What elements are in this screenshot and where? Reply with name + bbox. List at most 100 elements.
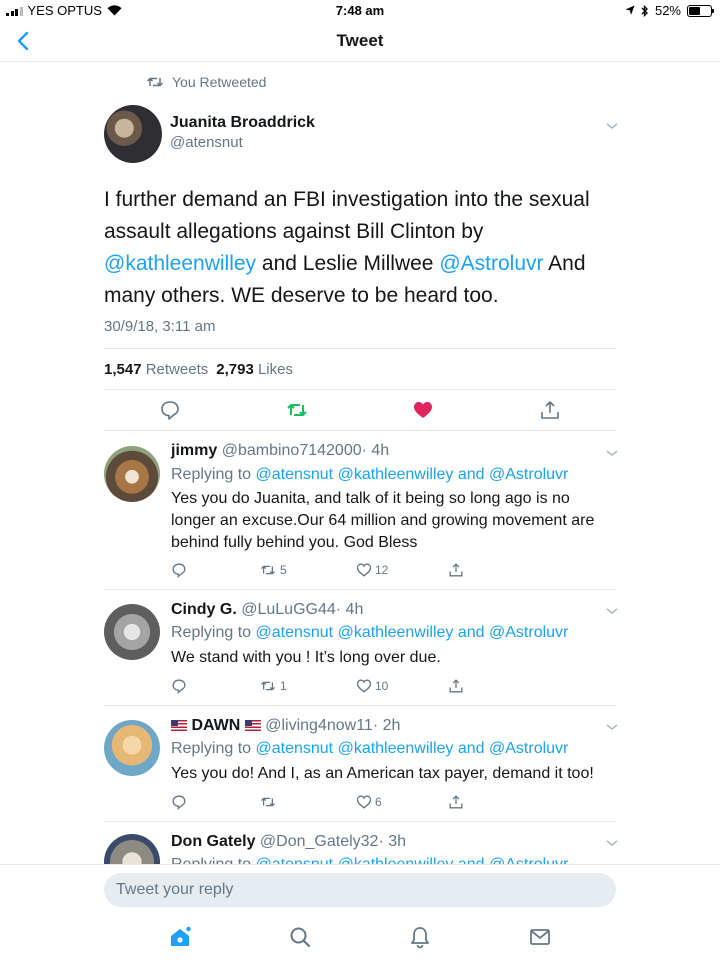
- reply-author-name[interactable]: Cindy G.: [171, 601, 237, 618]
- likes-stat[interactable]: 2,793 Likes: [216, 361, 293, 378]
- replying-to-mentions[interactable]: @atensnut @kathleenwilley and @Astroluvr: [256, 740, 569, 757]
- author-name[interactable]: Juanita Broaddrick: [170, 114, 315, 132]
- reply-author-name[interactable]: jimmy: [171, 442, 217, 459]
- reply-menu-chevron-icon[interactable]: [605, 838, 619, 848]
- likes-label: Likes: [257, 361, 293, 378]
- reply-author-handle[interactable]: @living4now11: [265, 717, 373, 734]
- reply-author-handle[interactable]: @bambino7142000: [222, 442, 362, 459]
- reply-header: DAWN @living4now11· 2h: [171, 717, 400, 735]
- reply-retweet-count: 1: [280, 679, 287, 693]
- reply-retweet-button[interactable]: 5: [259, 562, 287, 578]
- reply-item[interactable]: Cindy G. @LuLuGG44· 4h Replying to @aten…: [0, 592, 720, 704]
- replying-to-label: Replying to: [171, 466, 252, 483]
- reply-author-name[interactable]: Don Gately: [171, 833, 255, 850]
- reply-retweet-button[interactable]: [259, 794, 280, 810]
- reply-share-button[interactable]: [448, 562, 464, 578]
- reply-share-button[interactable]: [448, 794, 464, 810]
- reply-item[interactable]: DAWN @living4now11· 2h Replying to @aten…: [0, 708, 720, 820]
- location-icon: [625, 5, 635, 15]
- divider: [104, 348, 616, 349]
- like-icon: [356, 679, 372, 693]
- replying-to: Replying to @atensnut @kathleenwilley an…: [171, 740, 568, 758]
- replying-to-label: Replying to: [171, 624, 252, 641]
- replying-to: Replying to @atensnut @kathleenwilley an…: [171, 466, 568, 484]
- like-icon: [356, 795, 372, 809]
- reply-age: · 4h: [361, 442, 390, 459]
- reply-retweet-count: 5: [280, 563, 287, 577]
- reply-header: Don Gately @Don_Gately32· 3h: [171, 833, 406, 851]
- retweet-icon: [260, 797, 276, 807]
- retweet-icon: [146, 77, 164, 87]
- reply-like-button[interactable]: 10: [356, 678, 388, 694]
- us-flag-icon: [244, 720, 261, 731]
- reply-avatar[interactable]: [104, 604, 160, 660]
- reply-text: Yes you do! And I, as an American tax pa…: [171, 765, 594, 782]
- reply-reply-button[interactable]: [171, 562, 187, 578]
- replying-to-mentions[interactable]: @atensnut @kathleenwilley and @Astroluvr: [256, 856, 569, 864]
- divider: [104, 705, 616, 706]
- share-icon: [449, 563, 463, 577]
- reply-avatar[interactable]: [104, 446, 160, 502]
- home-icon[interactable]: [168, 925, 192, 949]
- page-title: Tweet: [336, 31, 384, 50]
- reply-text: Yes you do Juanita, and talk of it being…: [171, 490, 595, 551]
- reply-reply-button[interactable]: [171, 678, 187, 694]
- reply-item[interactable]: Don Gately @Don_Gately32· 3h Replying to…: [0, 824, 720, 864]
- share-icon[interactable]: [539, 399, 561, 421]
- reply-author-handle[interactable]: @LuLuGG44: [241, 601, 336, 618]
- reply-menu-chevron-icon[interactable]: [605, 722, 619, 732]
- us-flag-icon: [171, 720, 187, 731]
- reply-menu-chevron-icon[interactable]: [605, 606, 619, 616]
- tweet-menu-chevron-icon[interactable]: [605, 121, 619, 131]
- status-right: 52%: [625, 3, 714, 18]
- reply-retweet-button[interactable]: 1: [259, 678, 287, 694]
- mention-link[interactable]: @kathleenwilley: [104, 252, 256, 275]
- reply-icon[interactable]: [159, 399, 181, 421]
- replying-to: Replying to @atensnut @kathleenwilley an…: [171, 856, 568, 864]
- replying-to-mentions[interactable]: @atensnut @kathleenwilley and @Astroluvr: [256, 466, 569, 483]
- reply-menu-chevron-icon[interactable]: [605, 448, 619, 458]
- reply-like-count: 12: [375, 563, 389, 577]
- mention-link[interactable]: @Astroluvr: [439, 252, 543, 275]
- share-icon: [449, 795, 463, 809]
- tweet-timestamp: 30/9/18, 3:11 am: [104, 318, 216, 335]
- likes-count: 2,793: [216, 361, 254, 378]
- reply-age: · 4h: [335, 601, 364, 618]
- retweet-context: You Retweeted: [146, 74, 266, 90]
- bluetooth-icon: [641, 4, 648, 17]
- divider: [104, 821, 616, 822]
- reply-avatar[interactable]: [104, 834, 160, 864]
- reply-item[interactable]: jimmy @bambino7142000· 4h Replying to @a…: [0, 436, 720, 586]
- reply-share-button[interactable]: [448, 678, 464, 694]
- messages-icon[interactable]: [528, 925, 552, 949]
- divider: [104, 589, 616, 590]
- like-active-icon[interactable]: [412, 399, 434, 421]
- reply-author-handle[interactable]: @Don_Gately32: [260, 833, 379, 850]
- author-avatar[interactable]: [104, 105, 162, 163]
- divider: [104, 430, 616, 431]
- reply-header: Cindy G. @LuLuGG44· 4h: [171, 601, 363, 619]
- reply-author-name[interactable]: DAWN: [191, 717, 240, 734]
- reply-avatar[interactable]: [104, 720, 160, 776]
- reply-reply-button[interactable]: [171, 794, 187, 810]
- author-handle[interactable]: @atensnut: [170, 134, 243, 151]
- retweet-icon: [260, 565, 276, 575]
- reply-like-button[interactable]: 6: [356, 794, 382, 810]
- reply-like-count: 10: [375, 679, 389, 693]
- retweet-active-icon[interactable]: [286, 399, 308, 421]
- search-icon[interactable]: [288, 925, 312, 949]
- replying-to-mentions[interactable]: @atensnut @kathleenwilley and @Astroluvr: [256, 624, 569, 641]
- reply-composer-input[interactable]: Tweet your reply: [104, 873, 616, 907]
- retweets-label: Retweets: [145, 361, 209, 378]
- like-icon: [356, 563, 372, 577]
- replying-to-label: Replying to: [171, 740, 252, 757]
- clock: 7:48 am: [335, 3, 385, 18]
- retweets-count: 1,547: [104, 361, 142, 378]
- share-icon: [449, 679, 463, 693]
- reply-icon: [172, 563, 186, 578]
- reply-header: jimmy @bambino7142000· 4h: [171, 442, 389, 460]
- retweets-stat[interactable]: 1,547 Retweets: [104, 361, 208, 378]
- reply-age: · 2h: [372, 717, 401, 734]
- reply-like-button[interactable]: 12: [356, 562, 388, 578]
- notifications-icon[interactable]: [408, 925, 432, 949]
